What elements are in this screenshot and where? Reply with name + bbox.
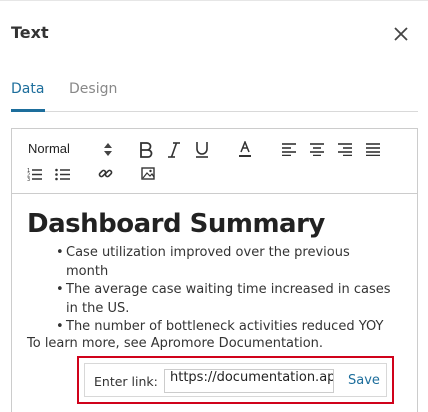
tab-bar: Data Design — [11, 81, 418, 112]
align-right-icon[interactable] — [338, 143, 352, 156]
underline-icon[interactable] — [195, 141, 209, 158]
text-color-icon[interactable] — [238, 141, 252, 158]
align-center-icon[interactable] — [310, 143, 324, 156]
svg-text:3: 3 — [27, 177, 30, 181]
link-label: Enter link: — [94, 374, 158, 389]
bold-icon[interactable] — [139, 142, 153, 158]
link-popup-highlight: Enter link: https://documentation.apromo… — [77, 356, 394, 404]
image-icon[interactable] — [141, 167, 155, 180]
list-item: The average case waiting time increased … — [56, 281, 396, 318]
align-left-icon[interactable] — [282, 143, 296, 156]
text-settings-panel: Text Data Design Normal 1 2 3 Dashboard … — [0, 0, 428, 412]
link-editor: Enter link: https://documentation.apromo… — [84, 363, 387, 397]
link-url-input[interactable]: https://documentation.apromore.org — [164, 369, 334, 393]
format-select[interactable]: Normal — [28, 140, 116, 160]
panel-title: Text — [11, 23, 49, 42]
close-icon[interactable] — [392, 25, 410, 43]
save-link-button[interactable]: Save — [348, 373, 380, 388]
select-arrows-icon — [104, 143, 112, 156]
italic-icon[interactable] — [167, 142, 181, 158]
list-item: The number of bottleneck activities redu… — [56, 318, 396, 337]
tab-design[interactable]: Design — [69, 81, 117, 97]
link-icon[interactable] — [98, 166, 113, 181]
content-heading: Dashboard Summary — [27, 209, 325, 239]
format-select-value: Normal — [28, 141, 70, 156]
tab-data[interactable]: Data — [11, 81, 44, 97]
editor-content[interactable]: Dashboard Summary Case utilization impro… — [27, 209, 407, 351]
align-justify-icon[interactable] — [366, 143, 380, 156]
active-tab-indicator — [11, 109, 45, 112]
editor-toolbar: Normal 1 2 3 — [12, 129, 417, 194]
bullet-list-icon[interactable] — [55, 167, 70, 181]
learn-more-text: To learn more, see Apromore Documentatio… — [27, 336, 324, 351]
bullet-list: Case utilization improved over the previ… — [56, 244, 396, 337]
ordered-list-icon[interactable]: 1 2 3 — [27, 167, 42, 181]
list-item: Case utilization improved over the previ… — [56, 244, 396, 281]
